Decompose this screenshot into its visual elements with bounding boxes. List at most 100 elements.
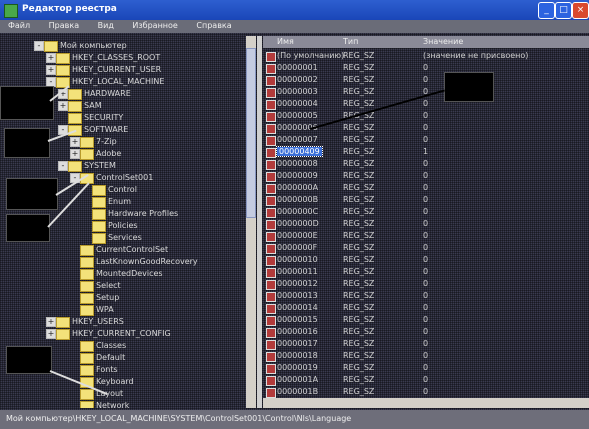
value-row[interactable]: 0000000D REG_SZ 0 [263, 218, 589, 230]
status-path: Мой компьютер\HKEY_LOCAL_MACHINE\SYSTEM\… [6, 414, 352, 423]
value-type: REG_SZ [343, 255, 375, 264]
value-value: 0 [423, 195, 429, 204]
expand-toggle[interactable]: + [58, 101, 68, 111]
value-name: 0000000C [277, 207, 319, 216]
value-row[interactable]: 00000018 REG_SZ 0 [263, 350, 589, 362]
folder-icon [80, 365, 94, 376]
string-value-icon [266, 160, 276, 170]
value-type: REG_SZ [343, 99, 375, 108]
string-value-icon [266, 328, 276, 338]
value-row[interactable]: 00000409 REG_SZ 1 [263, 146, 589, 158]
value-row[interactable]: 0000000C REG_SZ 0 [263, 206, 589, 218]
tree-item-label: Control [108, 185, 137, 194]
string-value-icon [266, 196, 276, 206]
menu-file[interactable]: Файл [0, 20, 38, 30]
folder-icon [80, 137, 94, 148]
tree-item-label: Services [108, 233, 142, 242]
folder-icon [56, 329, 70, 340]
value-name: 00000010 [277, 255, 318, 264]
string-value-icon [266, 268, 276, 278]
string-value-icon [266, 220, 276, 230]
minimize-button[interactable]: _ [538, 2, 555, 19]
tree-item-label: Fonts [96, 365, 118, 374]
value-row[interactable]: 00000013 REG_SZ 0 [263, 290, 589, 302]
list-horizontal-scrollbar[interactable] [263, 398, 589, 408]
value-row[interactable]: 00000016 REG_SZ 0 [263, 326, 589, 338]
folder-icon [80, 281, 94, 292]
collapse-toggle[interactable]: - [58, 161, 68, 171]
expand-toggle[interactable]: + [70, 149, 80, 159]
value-row[interactable]: 00000015 REG_SZ 0 [263, 314, 589, 326]
value-row[interactable]: 00000009 REG_SZ 0 [263, 170, 589, 182]
value-type: REG_SZ [343, 159, 375, 168]
value-row[interactable]: 0000000E REG_SZ 0 [263, 230, 589, 242]
expand-toggle[interactable]: + [46, 65, 56, 75]
string-value-icon [266, 292, 276, 302]
column-name-header[interactable]: Имя [277, 37, 294, 46]
menu-view[interactable]: Вид [90, 20, 122, 30]
value-value: 0 [423, 75, 429, 84]
value-row[interactable]: 00000019 REG_SZ 0 [263, 362, 589, 374]
column-type-header[interactable]: Тип [343, 37, 358, 46]
value-row[interactable]: 00000017 REG_SZ 0 [263, 338, 589, 350]
string-value-icon [266, 184, 276, 194]
value-name: 00000017 [277, 339, 318, 348]
folder-icon [80, 353, 94, 364]
value-type: REG_SZ [343, 63, 375, 72]
tree-item-label: Default [96, 353, 126, 362]
value-value: 0 [423, 255, 429, 264]
pane-splitter[interactable] [257, 36, 262, 408]
value-row[interactable]: 00000007 REG_SZ 0 [263, 134, 589, 146]
value-row[interactable]: 00000002 REG_SZ 0 [263, 74, 589, 86]
value-row[interactable]: 0000000F REG_SZ 0 [263, 242, 589, 254]
value-row[interactable]: 0000001A REG_SZ 0 [263, 374, 589, 386]
folder-icon [92, 233, 106, 244]
value-row[interactable]: 0000001B REG_SZ 0 [263, 386, 589, 398]
title-bar[interactable]: Редактор реестра _ □ × [0, 0, 589, 20]
menu-bar: Файл Правка Вид Избранное Справка [0, 20, 589, 33]
value-list[interactable]: Имя Тип Значение (По умолчанию) REG_SZ (зн… [263, 36, 589, 398]
value-name: 00000018 [277, 351, 318, 360]
column-value-header[interactable]: Значение [423, 37, 463, 46]
tree-scroll-thumb[interactable] [246, 48, 256, 218]
value-row[interactable]: 00000004 REG_SZ 0 [263, 98, 589, 110]
string-value-icon [266, 112, 276, 122]
value-row[interactable]: 00000012 REG_SZ 0 [263, 278, 589, 290]
value-name: 00000001 [277, 63, 318, 72]
value-name: 00000409 [276, 146, 323, 157]
menu-edit[interactable]: Правка [41, 20, 87, 30]
value-value: 0 [423, 267, 429, 276]
expand-toggle[interactable]: + [46, 317, 56, 327]
value-row[interactable]: 00000014 REG_SZ 0 [263, 302, 589, 314]
value-row[interactable]: 0000000B REG_SZ 0 [263, 194, 589, 206]
value-name: 0000001A [277, 375, 319, 384]
value-row[interactable]: 0000000A REG_SZ 0 [263, 182, 589, 194]
value-row[interactable]: 00000005REG_SZ0 [263, 110, 589, 122]
menu-help[interactable]: Справка [188, 20, 239, 30]
value-name: 00000013 [277, 291, 318, 300]
collapse-toggle[interactable]: - [34, 41, 44, 51]
value-row[interactable]: 00000008 REG_SZ 0 [263, 158, 589, 170]
string-value-icon [266, 340, 276, 350]
key-tree[interactable]: - Мой компьютер + HKEY_CLASSES_ROOT + HKEY_CU… [32, 36, 246, 408]
expand-toggle[interactable]: + [46, 329, 56, 339]
value-value: 0 [423, 243, 429, 252]
annotation-callout [444, 72, 494, 102]
value-name: 00000008 [277, 159, 318, 168]
value-row[interactable]: 00000001 REG_SZ 0 [263, 62, 589, 74]
expand-toggle[interactable]: + [70, 137, 80, 147]
value-row[interactable]: (По умолчанию) REG_SZ (значение не присвое… [263, 50, 589, 62]
value-value: 0 [423, 219, 429, 228]
value-row[interactable]: 00000011 REG_SZ 0 [263, 266, 589, 278]
value-type: REG_SZ [343, 231, 375, 240]
value-row[interactable]: 00000010 REG_SZ 0 [263, 254, 589, 266]
value-value: 0 [423, 291, 429, 300]
regedit-icon [4, 4, 18, 18]
maximize-button[interactable]: □ [555, 2, 572, 19]
close-button[interactable]: × [572, 2, 589, 19]
menu-favorites[interactable]: Избранное [124, 20, 185, 30]
expand-toggle[interactable]: + [46, 53, 56, 63]
value-type: REG_SZ [343, 51, 375, 60]
tree-vertical-scrollbar[interactable] [246, 36, 256, 408]
value-type: REG_SZ [343, 327, 375, 336]
